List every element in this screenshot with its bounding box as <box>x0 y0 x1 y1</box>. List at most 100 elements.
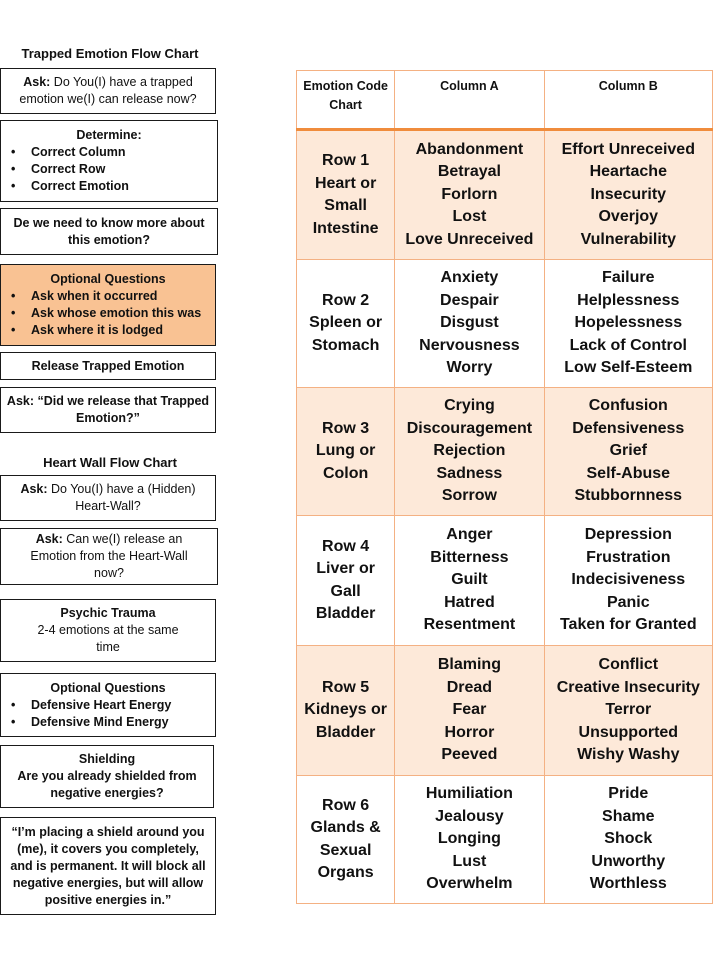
row-label-cell: Row 3 Lung or Colon <box>295 387 396 516</box>
row-label-line: Intestine <box>312 219 379 237</box>
emotion-item: Worthless <box>589 875 667 893</box>
ask-trapped-emotion-box: Ask: Do You(I) have a trapped emotion we… <box>0 68 216 114</box>
row-label-line: Bladder <box>315 723 376 741</box>
shielding-box: Shielding Are you already shielded from … <box>0 745 214 808</box>
emotion-item: Rejection <box>433 442 506 460</box>
emotion-item: Self-Abuse <box>586 464 671 482</box>
emotion-item: Resentment <box>423 616 516 634</box>
emotion-item: Conflict <box>598 656 659 674</box>
shielding-title: Shielding <box>78 752 136 766</box>
emotion-item: Vulnerability <box>580 230 676 248</box>
row-label-cell: Row 2 Spleen or Stomach <box>295 259 396 388</box>
optional-list: Defensive Heart Energy Defensive Mind En… <box>5 697 211 731</box>
emotion-item: Longing <box>437 830 501 848</box>
emotion-item: Lack of Control <box>569 336 687 354</box>
emotion-item: Discouragement <box>406 419 533 437</box>
row-label-line: Heart or <box>314 174 377 192</box>
row-label-cell: Row 6 Glands & Sexual Organs <box>295 775 396 904</box>
emotion-item: Shame <box>602 807 655 825</box>
emotion-item: Pride <box>608 785 649 803</box>
emotion-item: Overwhelm <box>426 875 513 893</box>
determine-box: Determine: Correct Column Correct Row Co… <box>0 120 218 202</box>
list-item: Correct Row <box>5 161 213 178</box>
emotion-item: Lost <box>452 208 487 226</box>
emotion-item: Forlorn <box>441 185 498 203</box>
psychic-text: 2-4 emotions at the same time <box>37 623 179 654</box>
optional-list: Ask when it occurred Ask whose emotion t… <box>5 288 211 339</box>
emotion-item: Jealousy <box>435 807 504 825</box>
optional-title: Optional Questions <box>50 272 166 286</box>
emotion-item: Humiliation <box>425 785 513 803</box>
emotion-item: Low Self-Esteem <box>564 359 693 377</box>
list-item: Correct Emotion <box>5 178 213 195</box>
emotion-item: Worry <box>446 359 493 377</box>
know-more-box: De we need to know more about this emoti… <box>0 208 218 255</box>
column-a-cell: Crying Discouragement Rejection Sadness Sorr… <box>394 387 545 516</box>
emotion-code-chart: Emotion Code Chart Column A Column B Row… <box>295 70 714 904</box>
emotion-item: Shock <box>604 830 653 848</box>
header-chart-name: Emotion Code Chart <box>295 70 396 130</box>
table-row: Row 2 Spleen or Stomach Anxiety Despair Disgu… <box>295 259 714 388</box>
column-b-cell: Conflict Creative Insecurity Terror Unsuppo… <box>543 645 714 776</box>
emotion-item: Taken for Granted <box>559 616 697 634</box>
emotion-item: Abandonment <box>415 140 524 158</box>
emotion-item: Stubbornness <box>574 487 683 505</box>
row-label-line: Row 1 <box>322 152 370 169</box>
header-column-b: Column B <box>543 70 714 130</box>
ask-label: Ask: <box>20 482 48 496</box>
row-label-line: Row 5 <box>322 678 370 696</box>
ask-label: Ask: <box>23 75 51 89</box>
column-a-cell: Abandonment Betrayal Forlorn Lost Love Unrec… <box>394 129 545 260</box>
emotion-item: Helplessness <box>577 291 680 309</box>
know-more-text: De we need to know more about this emoti… <box>13 215 205 247</box>
emotion-item: Effort Unreceived <box>561 140 695 158</box>
emotion-item: Love Unreceived <box>405 230 534 248</box>
row-label-line: Row 2 <box>322 291 370 309</box>
list-item: Correct Column <box>5 144 213 161</box>
row-label-line: Lung or <box>315 442 376 460</box>
emotion-item: Frustration <box>586 548 671 566</box>
emotion-item: Failure <box>602 269 655 287</box>
ask-heart-wall-box: Ask: Do You(I) have a (Hidden) Heart-Wal… <box>0 475 216 521</box>
emotion-item: Sorrow <box>441 487 497 505</box>
header-column-a: Column A <box>394 70 545 130</box>
emotion-item: Fear <box>452 701 487 719</box>
shielding-text: Are you already shielded from negative e… <box>17 769 197 800</box>
column-b-cell: Pride Shame Shock Unworthy Worthless <box>543 775 714 904</box>
emotion-item: Defensiveness <box>572 419 685 437</box>
emotion-item: Anxiety <box>440 269 499 287</box>
ask-released-text: Ask: “Did we release that Trapped Emotio… <box>6 394 210 425</box>
row-label-cell: Row 5 Kidneys or Bladder <box>295 645 396 776</box>
emotion-item: Panic <box>606 593 650 611</box>
column-a-cell: Humiliation Jealousy Longing Lust Overwhelm <box>394 775 545 904</box>
column-b-cell: Confusion Defensiveness Grief Self-Abuse Stu… <box>543 387 714 516</box>
emotion-item: Unworthy <box>591 852 666 870</box>
column-b-cell: Depression Frustration Indecisiveness Panic… <box>543 515 714 646</box>
row-label-line: Small <box>324 197 367 214</box>
row-label-line: Gall <box>330 582 361 600</box>
row-label-cell: Row 1 Heart or Small Intestine <box>295 129 396 260</box>
emotion-item: Unsupported <box>578 723 679 741</box>
emotion-item: Lust <box>452 852 487 870</box>
ask-text: Do You(I) have a (Hidden) Heart-Wall? <box>47 482 196 513</box>
ask-released-box: Ask: “Did we release that Trapped Emotio… <box>0 387 216 433</box>
row-label-line: Colon <box>322 464 369 482</box>
emotion-item: Anger <box>446 526 493 544</box>
emotion-item: Heartache <box>589 163 667 181</box>
emotion-item: Crying <box>444 397 495 415</box>
row-label-line: Kidneys or <box>304 701 387 719</box>
emotion-item: Disgust <box>440 314 499 332</box>
table-row: Row 4 Liver or Gall Bladder Anger Bitterness G… <box>295 515 714 646</box>
optional-title: Optional Questions <box>50 680 166 695</box>
column-b-cell: Failure Helplessness Hopelessness Lack of C… <box>543 259 714 388</box>
emotion-item: Peeved <box>441 746 498 764</box>
emotion-item: Nervousness <box>419 336 520 354</box>
row-label-line: Stomach <box>311 336 380 354</box>
list-item: Defensive Heart Energy <box>5 697 211 714</box>
row-label-line: Sexual <box>319 841 372 859</box>
list-item: Ask whose emotion this was <box>5 305 211 322</box>
row-label-line: Liver or <box>316 560 375 577</box>
list-item: Defensive Mind Energy <box>5 714 211 731</box>
row-label-line: Bladder <box>315 605 376 622</box>
emotion-item: Grief <box>609 442 647 460</box>
